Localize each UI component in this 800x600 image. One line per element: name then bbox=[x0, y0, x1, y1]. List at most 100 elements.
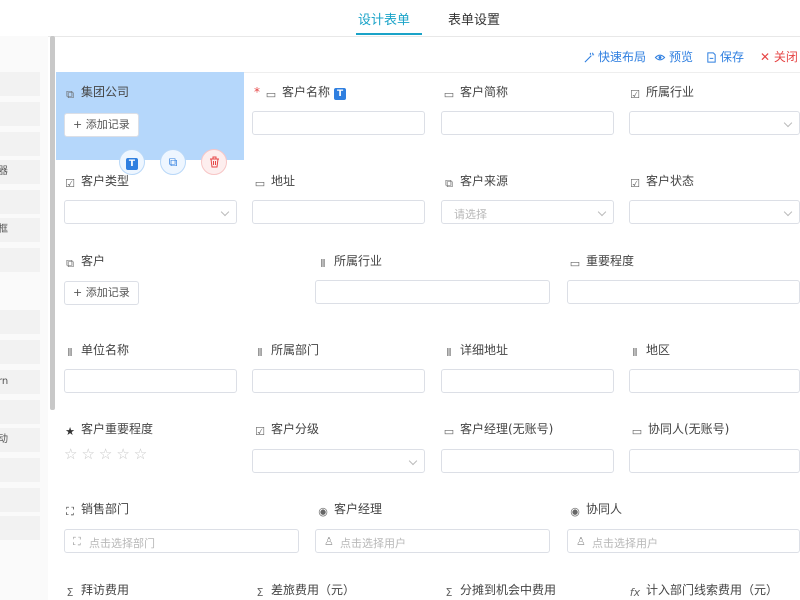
address-input[interactable] bbox=[252, 200, 425, 224]
copy-field-button[interactable]: ⧉ bbox=[160, 149, 186, 175]
save-icon bbox=[707, 52, 716, 63]
chevron-down-icon bbox=[597, 207, 607, 217]
field-label-customer-type: ☑ 客户类型 bbox=[65, 174, 130, 190]
checkbox-icon: ☑ bbox=[65, 177, 75, 190]
component-item[interactable] bbox=[0, 340, 40, 364]
text-type-icon: T bbox=[334, 88, 347, 100]
formula-icon: fx bbox=[629, 586, 641, 599]
collaborator-placeholder: 点击选择用户 bbox=[592, 537, 658, 550]
text-field-icon: Ⅱ bbox=[257, 346, 263, 359]
component-item[interactable] bbox=[0, 458, 40, 482]
field-label-customer-short: ▭ 客户简称 bbox=[443, 85, 509, 101]
preview-label: 预览 bbox=[669, 50, 694, 64]
user-circle-icon: ◉ bbox=[318, 505, 328, 518]
checkbox-icon: ☑ bbox=[630, 177, 640, 190]
field-label-manager-no-account: ▭ 客户经理(无账号) bbox=[443, 422, 554, 438]
component-item[interactable]: rn bbox=[0, 370, 40, 394]
component-item[interactable] bbox=[0, 72, 40, 96]
textbox-icon: ▭ bbox=[443, 88, 455, 101]
chevron-down-icon bbox=[408, 456, 418, 466]
importance-input[interactable] bbox=[567, 280, 800, 304]
chevron-down-icon bbox=[783, 118, 793, 128]
customer-name-input[interactable] bbox=[252, 111, 425, 135]
add-record-button-group-company[interactable]: + 添加记录 bbox=[64, 113, 139, 137]
manager-no-account-input[interactable] bbox=[441, 449, 614, 473]
active-tab-indicator bbox=[356, 33, 422, 35]
sum-icon: Σ bbox=[256, 586, 264, 599]
link-icon: ⧉ bbox=[66, 257, 74, 270]
close-button[interactable]: ✕ 关闭 bbox=[760, 48, 798, 65]
industry-select[interactable] bbox=[629, 111, 800, 135]
quick-layout-button[interactable]: 快速布局 bbox=[584, 48, 646, 65]
component-item[interactable]: 动 bbox=[0, 428, 40, 452]
delete-field-button[interactable] bbox=[201, 149, 227, 175]
textbox-icon: ▭ bbox=[631, 425, 643, 438]
field-label-detail-address: Ⅱ 详细地址 bbox=[443, 341, 508, 359]
org-chart-icon: ⛶ bbox=[66, 505, 74, 518]
add-record-button-customer[interactable]: + 添加记录 bbox=[64, 281, 139, 305]
detail-address-input[interactable] bbox=[441, 369, 614, 393]
field-label-address: ▭ 地址 bbox=[254, 174, 296, 190]
component-item[interactable] bbox=[0, 248, 40, 272]
field-label-industry-1: ☑ 所属行业 bbox=[630, 85, 695, 101]
customer-type-select[interactable] bbox=[64, 200, 237, 224]
text-field-icon: Ⅱ bbox=[320, 257, 326, 270]
customer-level-select[interactable] bbox=[252, 449, 425, 473]
save-button[interactable]: 保存 bbox=[706, 48, 744, 65]
customer-source-select[interactable]: 请选择 bbox=[441, 200, 614, 224]
field-label-department: Ⅱ 所属部门 bbox=[254, 341, 319, 359]
user-icon: ♙ bbox=[576, 535, 586, 548]
sales-dept-placeholder: 点击选择部门 bbox=[89, 537, 155, 550]
user-icon: ♙ bbox=[324, 535, 334, 548]
customer-manager-placeholder: 点击选择用户 bbox=[340, 537, 406, 550]
form-toolbar: 快速布局 预览 保存 ✕ 关闭 bbox=[56, 37, 800, 73]
sum-icon: Σ bbox=[66, 586, 74, 599]
field-label-industry-2: Ⅱ 所属行业 bbox=[317, 252, 382, 270]
field-label-customer-name: * ▭ 客户名称 T bbox=[254, 83, 347, 101]
customer-manager-picker[interactable]: ♙ 点击选择用户 bbox=[315, 529, 550, 553]
component-item[interactable]: 器 bbox=[0, 160, 40, 184]
collaborator-picker[interactable]: ♙ 点击选择用户 bbox=[567, 529, 800, 553]
field-label-customer-importance: ★ 客户重要程度 bbox=[65, 422, 154, 438]
component-item[interactable] bbox=[0, 310, 40, 334]
unit-name-input[interactable] bbox=[64, 369, 237, 393]
rating-stars[interactable]: ☆☆☆☆☆ bbox=[64, 445, 151, 463]
component-item[interactable] bbox=[0, 488, 40, 512]
save-label: 保存 bbox=[720, 50, 745, 64]
link-icon: ⧉ bbox=[66, 88, 74, 101]
component-item[interactable] bbox=[0, 190, 40, 214]
chevron-down-icon bbox=[783, 207, 793, 217]
panel-scrollbar[interactable] bbox=[50, 36, 55, 410]
field-label-customer-status: ☑ 客户状态 bbox=[630, 174, 695, 190]
component-item[interactable] bbox=[0, 132, 40, 156]
text-type-icon: T bbox=[126, 158, 138, 170]
tab-form-settings[interactable]: 表单设置 bbox=[448, 9, 500, 28]
field-label-group-company: ⧉ 集团公司 bbox=[64, 83, 129, 101]
region-input[interactable] bbox=[629, 369, 800, 393]
star-icon: ★ bbox=[65, 425, 75, 438]
sum-icon: Σ bbox=[445, 586, 453, 599]
eye-icon bbox=[654, 54, 666, 61]
department-input[interactable] bbox=[252, 369, 425, 393]
magic-wand-icon bbox=[584, 52, 595, 63]
close-label: 关闭 bbox=[773, 50, 798, 64]
text-field-icon: Ⅱ bbox=[632, 346, 638, 359]
field-label-visit-cost: Σ 拜访费用 bbox=[64, 581, 130, 599]
collaborator-no-account-input[interactable] bbox=[629, 449, 800, 473]
field-label-importance: ▭ 重要程度 bbox=[569, 254, 635, 270]
component-item[interactable] bbox=[0, 102, 40, 126]
checkbox-icon: ☑ bbox=[630, 88, 640, 101]
link-icon: ⧉ bbox=[445, 177, 453, 190]
textbox-icon: ▭ bbox=[443, 425, 455, 438]
customer-short-input[interactable] bbox=[441, 111, 614, 135]
tab-design-form[interactable]: 设计表单 bbox=[358, 9, 410, 28]
industry-2-input[interactable] bbox=[315, 280, 550, 304]
customer-status-select[interactable] bbox=[629, 200, 800, 224]
textbox-icon: ▭ bbox=[254, 177, 266, 190]
component-item[interactable] bbox=[0, 516, 40, 540]
field-label-customer: ⧉ 客户 bbox=[64, 252, 105, 270]
sales-dept-picker[interactable]: ⛶ 点击选择部门 bbox=[64, 529, 299, 553]
component-item[interactable] bbox=[0, 400, 40, 424]
component-item[interactable]: 框 bbox=[0, 218, 40, 242]
preview-button[interactable]: 预览 bbox=[654, 48, 693, 65]
